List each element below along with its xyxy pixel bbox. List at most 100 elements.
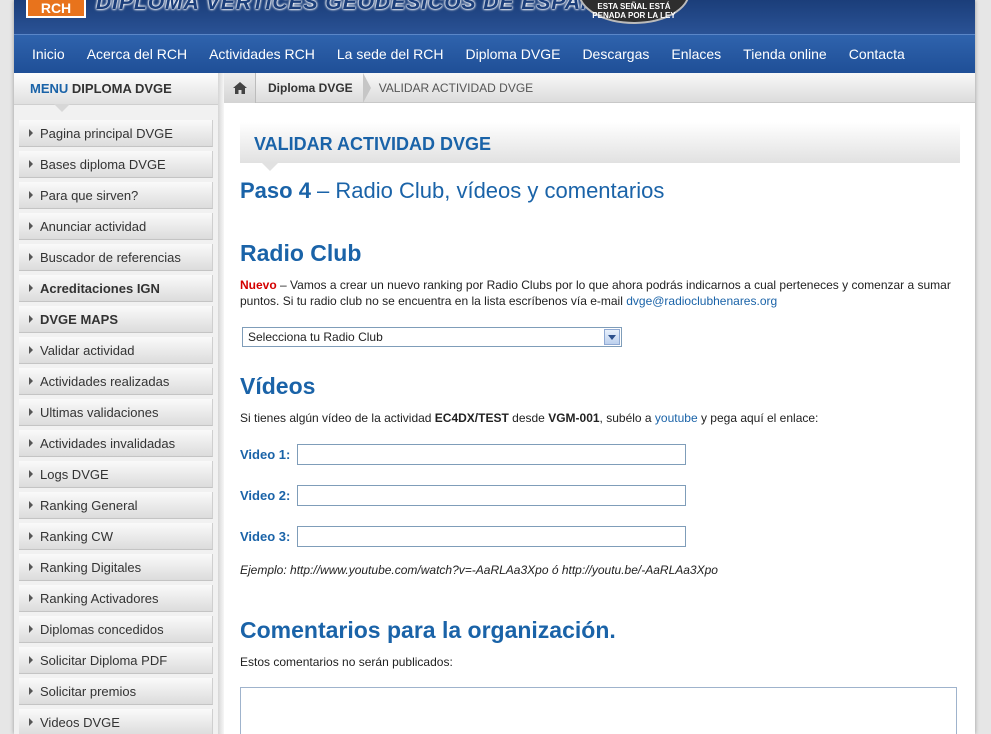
sidebar-item-actividades-realizadas[interactable]: Actividades realizadas	[19, 368, 213, 395]
step-text: – Radio Club, vídeos y comentarios	[310, 178, 665, 203]
sidebar-item-invalidadas[interactable]: Actividades invalidadas	[19, 430, 213, 457]
site-logo[interactable]: RCH	[26, 0, 86, 18]
sidebar-item-acreditaciones[interactable]: Acreditaciones IGN	[19, 275, 213, 302]
sidebar-item-label: Para que sirven?	[40, 187, 139, 203]
banner-title: DIPLOMA VERTICES GEODESICOS DE ESPAÑA	[96, 0, 614, 14]
radio-club-note: Nuevo – Vamos a crear un nuevo ranking p…	[240, 277, 960, 309]
nav-item-actividades[interactable]: Actividades RCH	[198, 46, 326, 62]
sidebar-item-label: Actividades realizadas	[40, 373, 170, 389]
breadcrumb: Diploma DVGE VALIDAR ACTIVIDAD DVGE	[224, 72, 975, 103]
chevron-down-glyph	[608, 334, 616, 340]
youtube-link[interactable]: youtube	[655, 411, 698, 425]
chevron-right-icon	[29, 253, 33, 261]
video-1-label: Video 1:	[240, 446, 291, 462]
comments-note: Estos comentarios no serán publicados:	[240, 655, 453, 669]
sidebar-item-label: Diplomas concedidos	[40, 621, 164, 637]
sidebar-item-label: Buscador de referencias	[40, 249, 181, 265]
sidebar-item-label: Ranking General	[40, 497, 138, 513]
chevron-right-icon	[29, 501, 33, 509]
video-2-input[interactable]	[297, 484, 686, 506]
sidebar-item-label: Anunciar actividad	[40, 218, 147, 234]
sidebar-item-label: Validar actividad	[40, 342, 135, 358]
chevron-right-icon	[29, 222, 33, 230]
header-banner: RCH DIPLOMA VERTICES GEODESICOS DE ESPAÑ…	[14, 0, 975, 34]
chevron-right-icon	[29, 129, 33, 137]
video-3-label: Video 3:	[240, 528, 291, 544]
chevron-right-icon	[29, 594, 33, 602]
sidebar-item-validar[interactable]: Validar actividad	[19, 337, 213, 364]
chevron-right-icon	[29, 687, 33, 695]
main-content: VALIDAR ACTIVIDAD DVGE Paso 4 – Radio Cl…	[240, 122, 960, 734]
radio-club-select-value: Selecciona tu Radio Club	[248, 330, 383, 344]
step-number: Paso 4	[240, 178, 311, 203]
sidebar-item-solicitar-diploma[interactable]: Solicitar Diploma PDF	[19, 647, 213, 674]
chevron-right-icon	[29, 563, 33, 571]
comments-heading: Comentarios para la organización.	[240, 617, 616, 643]
sidebar-item-diplomas-concedidos[interactable]: Diplomas concedidos	[19, 616, 213, 643]
nav-item-diploma[interactable]: Diploma DVGE	[455, 46, 572, 62]
sidebar-item-logs[interactable]: Logs DVGE	[19, 461, 213, 488]
videos-intro-1: Si tienes algún vídeo de la actividad	[240, 411, 435, 425]
sidebar-item-label: Logs DVGE	[40, 466, 109, 482]
nav-item-enlaces[interactable]: Enlaces	[660, 46, 732, 62]
nav-item-contacta[interactable]: Contacta	[838, 46, 916, 62]
radio-club-heading: Radio Club	[240, 240, 362, 266]
radio-club-select[interactable]: Selecciona tu Radio Club	[242, 327, 622, 347]
sidebar-item-label: Acreditaciones IGN	[40, 280, 160, 296]
sidebar: MENU DIPLOMA DVGE Pagina principal DVGE …	[14, 73, 222, 734]
nav-item-sede[interactable]: La sede del RCH	[326, 46, 455, 62]
nav-item-acerca[interactable]: Acerca del RCH	[76, 46, 198, 62]
sidebar-item-buscador[interactable]: Buscador de referencias	[19, 244, 213, 271]
sidebar-item-para-que-sirven[interactable]: Para que sirven?	[19, 182, 213, 209]
sidebar-item-label: Ranking CW	[40, 528, 113, 544]
videos-intro: Si tienes algún vídeo de la actividad EC…	[240, 410, 960, 426]
chevron-right-icon	[29, 439, 33, 447]
chevron-down-icon[interactable]	[604, 329, 620, 345]
videos-heading: Vídeos	[240, 373, 316, 399]
sidebar-item-pagina-principal[interactable]: Pagina principal DVGE	[19, 120, 213, 147]
chevron-right-icon	[29, 315, 33, 323]
sidebar-item-ranking-digitales[interactable]: Ranking Digitales	[19, 554, 213, 581]
sidebar-item-label: Bases diploma DVGE	[40, 156, 166, 172]
nav-item-descargas[interactable]: Descargas	[571, 46, 660, 62]
sidebar-item-label: Actividades invalidadas	[40, 435, 176, 451]
comments-textarea[interactable]	[240, 687, 957, 734]
sidebar-item-label: Ultimas validaciones	[40, 404, 159, 420]
video-1-row: Video 1:	[240, 443, 960, 465]
chevron-right-icon	[29, 718, 33, 726]
page-title: VALIDAR ACTIVIDAD DVGE	[240, 122, 960, 171]
videos-intro-2: desde	[508, 411, 549, 425]
chevron-right-icon	[29, 408, 33, 416]
sidebar-item-bases[interactable]: Bases diploma DVGE	[19, 151, 213, 178]
chevron-right-icon	[29, 160, 33, 168]
sidebar-item-ranking-activadores[interactable]: Ranking Activadores	[19, 585, 213, 612]
video-2-label: Video 2:	[240, 487, 291, 503]
nav-item-tienda[interactable]: Tienda online	[732, 46, 838, 62]
sidebar-heading-text: DIPLOMA DVGE	[71, 81, 172, 96]
sidebar-item-dvge-maps[interactable]: DVGE MAPS	[19, 306, 213, 333]
sidebar-item-ultimas-validaciones[interactable]: Ultimas validaciones	[19, 399, 213, 426]
sidebar-item-label: DVGE MAPS	[40, 311, 119, 327]
step-heading: Paso 4 – Radio Club, vídeos y comentario…	[240, 178, 960, 204]
sidebar-item-label: Ranking Activadores	[40, 590, 159, 606]
sidebar-item-label: Pagina principal DVGE	[40, 125, 173, 141]
videos-intro-4: y pega aquí el enlace:	[697, 411, 819, 425]
chevron-right-icon	[29, 284, 33, 292]
video-1-input[interactable]	[297, 443, 686, 465]
sidebar-item-label: Ranking Digitales	[40, 559, 142, 575]
sidebar-item-label: Solicitar Diploma PDF	[40, 652, 168, 668]
activity-reference: VGM-001	[548, 411, 600, 425]
email-link[interactable]: dvge@radioclubhenares.org	[626, 294, 777, 308]
home-icon[interactable]	[224, 72, 256, 103]
video-3-input[interactable]	[297, 525, 686, 547]
sidebar-item-solicitar-premios[interactable]: Solicitar premios	[19, 678, 213, 705]
sidebar-item-ranking-general[interactable]: Ranking General	[19, 492, 213, 519]
activity-callsign: EC4DX/TEST	[434, 411, 509, 425]
sidebar-item-ranking-cw[interactable]: Ranking CW	[19, 523, 213, 550]
breadcrumb-parent-link[interactable]: Diploma DVGE	[256, 81, 363, 95]
video-example: Ejemplo: http://www.youtube.com/watch?v=…	[240, 563, 718, 577]
radio-club-note-text: – Vamos a crear un nuevo ranking por Rad…	[240, 278, 951, 308]
sidebar-item-anunciar[interactable]: Anunciar actividad	[19, 213, 213, 240]
nav-item-inicio[interactable]: Inicio	[21, 46, 76, 62]
sidebar-item-videos[interactable]: Videos DVGE	[19, 709, 213, 734]
